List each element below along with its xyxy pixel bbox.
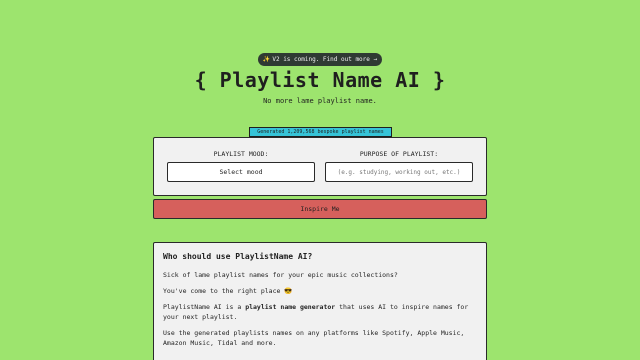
- info-card: Who should use PlaylistName AI? Sick of …: [153, 242, 487, 360]
- info-paragraph-2: You've come to the right place 😎: [163, 287, 293, 295]
- mood-label: PLAYLIST MOOD:: [213, 150, 269, 158]
- generated-count-badge: Generated 1,209,568 bespoke playlist nam…: [249, 127, 392, 137]
- purpose-label: PURPOSE OF PLAYLIST:: [359, 150, 439, 158]
- announcement-pill[interactable]: ✨ V2 is coming. Find out more →: [258, 53, 382, 66]
- info-heading: Who should use PlaylistName AI?: [163, 252, 313, 261]
- info-p3-bold: playlist name generator: [245, 303, 336, 311]
- page-title: { Playlist Name AI }: [194, 68, 446, 92]
- inspire-me-button[interactable]: Inspire Me: [153, 199, 487, 219]
- sparkles-icon: ✨: [262, 56, 271, 63]
- info-paragraph-3: PlaylistName AI is a playlist name gener…: [163, 302, 477, 322]
- page-subtitle: No more lame playlist name.: [263, 97, 377, 105]
- info-paragraph-4: Use the generated playlists names on any…: [163, 329, 465, 347]
- announcement-text: V2 is coming. Find out more →: [272, 56, 378, 63]
- mood-select[interactable]: Select mood: [167, 162, 315, 182]
- info-paragraph-1: Sick of lame playlist names for your epi…: [163, 271, 398, 279]
- info-p3-pre: PlaylistName AI is a: [163, 303, 246, 311]
- purpose-input[interactable]: [325, 162, 473, 182]
- generator-form: PLAYLIST MOOD: PURPOSE OF PLAYLIST: Sele…: [153, 137, 487, 196]
